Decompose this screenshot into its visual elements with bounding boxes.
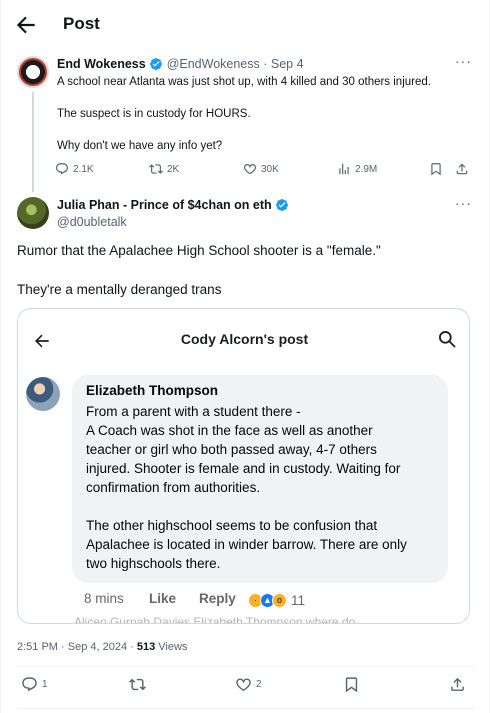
more-options-icon[interactable]: ··· (455, 54, 471, 72)
fb-comment-line: A Coach was shot in the face as well as … (86, 423, 373, 438)
repost-button[interactable] (129, 676, 150, 693)
main-author-name[interactable]: Julia Phan - Prince of $4chan on eth (57, 198, 272, 212)
fb-comment-author: Elizabeth Thompson (86, 383, 219, 398)
divider (17, 666, 475, 667)
heart-icon (244, 164, 256, 175)
bookmark-button[interactable] (343, 676, 364, 693)
share-icon (451, 677, 464, 691)
fb-comment-line: The other highschool seems to be confusi… (86, 518, 378, 533)
fb-next-comment-cutoff: Alicen Gurnah Davies Elizabeth Thompson … (74, 615, 356, 624)
main-tweet-line-1: Rumor that the Apalachee High School sho… (17, 243, 381, 258)
repost-count: 2K (167, 163, 180, 175)
fb-comment-line: injured. Shooter is female and in custod… (86, 461, 401, 476)
views-label: Views (155, 641, 188, 653)
top-bar: Post (1, 0, 490, 50)
view-count: 513 (136, 641, 156, 653)
share-button[interactable] (449, 676, 470, 693)
fb-comment-time: 8 mins (84, 591, 124, 606)
parent-author-handle[interactable]: @EndWokeness (167, 57, 260, 71)
main-tweet-handle-row: @d0ubletalk (57, 215, 127, 229)
parent-tweet-header: End Wokeness @EndWokeness · Sep 4 (57, 57, 304, 71)
analytics-icon (339, 163, 349, 175)
views-button[interactable]: 2.9M (337, 162, 377, 176)
timestamp-text: 2:51 PM · Sep 4, 2024 · (17, 641, 137, 653)
fb-reaction-count: 11 (291, 592, 306, 608)
post-page: Post End Wokeness @EndWokeness · Sep 4 ·… (0, 0, 490, 713)
julia-phan-avatar[interactable] (17, 197, 49, 229)
attached-image[interactable]: Cody Alcorn's post Elizabeth Thompson Fr… (17, 308, 470, 624)
parent-tweet-date[interactable]: Sep 4 (271, 57, 304, 71)
verified-badge-icon (275, 199, 288, 211)
fb-comment-line: two highschools there. (86, 556, 221, 571)
like-count: 30K (261, 163, 279, 175)
divider (17, 708, 475, 709)
reply-icon (22, 677, 37, 692)
parent-author-name[interactable]: End Wokeness (57, 57, 146, 71)
fb-post-header: Cody Alcorn's post (18, 309, 469, 369)
fb-comment-line: teacher or girl who both passed away, 4-… (86, 442, 377, 457)
repost-button[interactable]: 2K (149, 162, 179, 176)
like-button[interactable]: 2 (235, 676, 262, 693)
fb-post-title: Cody Alcorn's post (180, 331, 309, 347)
fb-comment-line: Apalachee is located in winder barrow. T… (86, 537, 407, 552)
parent-tweet-line-3: Why don't we have any info yet? (57, 140, 223, 152)
page-title: Post (63, 14, 100, 33)
parent-tweet-line-1: A school near Atlanta was just shot up, … (57, 76, 431, 88)
reply-button[interactable]: 1 (21, 676, 48, 693)
more-options-icon[interactable]: ··· (455, 196, 471, 214)
back-arrow-icon[interactable] (13, 12, 39, 38)
heart-icon (236, 678, 251, 691)
fb-comment-line: From a parent with a student there - (86, 404, 301, 419)
share-button[interactable] (455, 162, 473, 176)
separator-dot: · (259, 57, 271, 71)
bookmark-button[interactable] (429, 162, 447, 176)
fb-reactions: · ▲ o 11 (248, 591, 305, 609)
fb-commenter-avatar (26, 377, 60, 411)
wow-reaction-icon: o (272, 592, 287, 608)
tweet-timestamp[interactable]: 2:51 PM · Sep 4, 2024 · 513 Views (17, 641, 187, 653)
repost-icon (129, 678, 146, 691)
repost-icon (149, 164, 163, 174)
main-author-handle[interactable]: @d0ubletalk (57, 215, 127, 229)
thread-connector-line (32, 92, 34, 192)
reply-count: 2.1K (73, 163, 94, 175)
main-tweet-line-2: They're a mentally deranged trans (17, 282, 222, 297)
reply-button[interactable]: 2.1K (55, 162, 94, 176)
fb-like-label: Like (149, 591, 177, 606)
bookmark-icon (431, 163, 441, 176)
fb-comment-bubble: Elizabeth Thompson From a parent with a … (72, 375, 448, 583)
main-tweet-actions: 1 2 (1, 676, 490, 700)
end-wokeness-avatar[interactable] (17, 56, 49, 88)
fb-comment-line: confirmation from authorities. (86, 480, 261, 495)
verified-badge-icon (149, 58, 162, 70)
reply-icon (56, 163, 68, 175)
like-count: 2 (256, 679, 262, 690)
fb-reply-label: Reply (199, 591, 236, 606)
views-count: 2.9M (355, 163, 378, 175)
share-icon (456, 163, 468, 175)
parent-tweet-line-2: The suspect is in custody for HOURS. (57, 108, 251, 120)
fb-search-icon (439, 331, 456, 348)
bookmark-icon (345, 677, 358, 693)
like-button[interactable]: 30K (243, 162, 279, 176)
main-tweet-header: Julia Phan - Prince of $4chan on eth (57, 198, 293, 212)
parent-tweet-actions: 2.1K 2K 30K 2.9M (53, 162, 473, 182)
reply-count: 1 (42, 679, 48, 690)
